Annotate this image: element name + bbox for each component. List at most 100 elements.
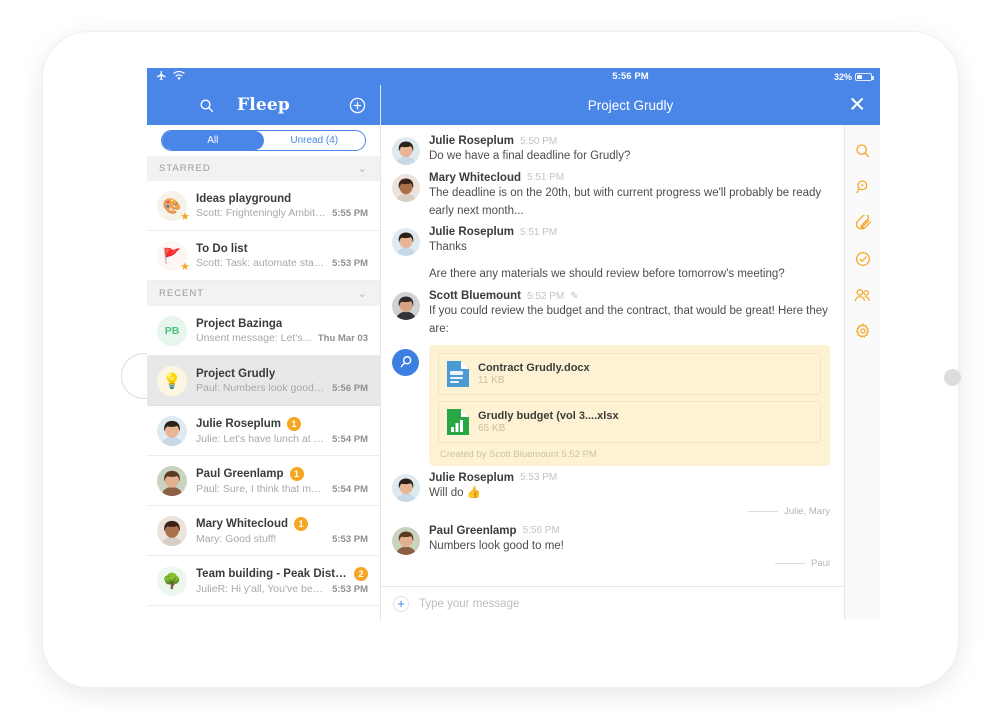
plus-circle-icon[interactable] [349, 97, 366, 114]
members-icon[interactable] [845, 277, 880, 313]
avatar [392, 292, 420, 321]
conversation-item-text: Team building - Peak District 2 JulieR: Hi… [196, 566, 368, 595]
conversation-item-snippet: Paul: Sure, I think that mak... [196, 482, 327, 495]
message-meta: Julie Roseplum 5:53 PM [429, 472, 830, 484]
read-receipt: Paul [381, 557, 844, 573]
conversation-list-scroll[interactable]: STARRED ⌄ 🎨 ★ Ideas playground Scott: Frighte… [147, 156, 380, 620]
tablet-screen: 5:56 PM 32% Fleep All Unread (4) STARRED… [147, 68, 880, 620]
conversation-list-item[interactable]: Julie Roseplum 1 Julie: Let's have lunch a… [147, 406, 380, 456]
filter-all-tab[interactable]: All [162, 131, 264, 150]
battery-percent-label: 32% [833, 71, 852, 82]
conversation-list-item[interactable]: 🌳 Team building - Peak District 2 JulieR: H… [147, 556, 380, 606]
message-pane: Julie Roseplum 5:50 PM Do we have a final … [381, 125, 845, 620]
message-text: If you could review the budget and the c… [429, 305, 828, 335]
filter-unread-tab[interactable]: Unread (4) [264, 131, 366, 150]
message-avatar-column [392, 226, 429, 284]
search-icon[interactable] [845, 133, 880, 169]
unread-badge: 1 [289, 466, 304, 481]
settings-icon[interactable] [845, 313, 880, 349]
message-text: Will do 👍 [429, 486, 482, 499]
conversation-item-text: Project Bazinga Unsent message: Let's... T… [196, 318, 368, 344]
conversation-list-item[interactable]: 🎨 ★ Ideas playground Scott: Frighteningly A… [147, 181, 380, 231]
message-text: The deadline is on the 20th, but with cu… [429, 186, 822, 217]
conversation-list-item[interactable]: PB Project Bazinga Unsent message: Let's..… [147, 306, 380, 356]
conversation-item-title: Mary Whitecloud [196, 517, 289, 530]
read-receipt-line [748, 510, 779, 512]
message-author: Scott Bluemount [429, 290, 521, 303]
conversation-item-title: To Do list [196, 242, 248, 255]
close-icon[interactable]: ✕ [848, 95, 866, 116]
edit-pencil-icon[interactable]: ✎ [570, 291, 578, 302]
avatar [392, 137, 420, 165]
word-document-icon [447, 360, 469, 387]
section-header-starred[interactable]: STARRED ⌄ [147, 156, 380, 181]
attachment-icon[interactable] [845, 205, 880, 241]
file-attachment-row[interactable]: Grudly budget (vol 3....xlsx 65 KB [438, 400, 821, 443]
conversation-item-snippet: Unsent message: Let's... [196, 331, 312, 344]
conversation-list-item[interactable]: Mary Whitecloud 1 Mary: Good stuff! 5:53 PM [147, 506, 380, 556]
message-text: Thanks [429, 241, 467, 254]
message-meta: Julie Roseplum 5:50 PM [429, 135, 830, 147]
conversation-item-snippet: Julie: Let's have lunch at th... [196, 432, 327, 445]
chevron-down-icon[interactable]: ⌄ [358, 162, 368, 175]
conversation-item-snippet: Mary: Good stuff! [196, 532, 277, 545]
conversation-item-text: Project Grudly Paul: Numbers look good t.… [196, 368, 368, 394]
filter-pill-group: All Unread (4) [161, 130, 366, 151]
avatar: 💡 [157, 365, 187, 396]
avatar [157, 515, 187, 546]
conversation-list-item[interactable]: 💡 Project Grudly Paul: Numbers look good t… [147, 356, 380, 406]
conversation-item-snippet: Scott: Frighteningly Ambiti... [196, 206, 327, 219]
search-icon[interactable] [199, 98, 214, 113]
message-body: Paul Greenlamp 5:56 PM Numbers look good t… [429, 525, 830, 556]
message-meta: Mary Whitecloud 5:51 PM [429, 172, 830, 184]
pinboard-icon[interactable] [845, 169, 880, 205]
message-time: 5:51 PM [520, 226, 558, 238]
conversation-item-title: Paul Greenlamp [196, 467, 284, 480]
message-author: Mary Whitecloud [429, 171, 522, 184]
conversation-item-time: Thu Mar 03 [317, 332, 368, 344]
conversation-item-text: Mary Whitecloud 1 Mary: Good stuff! 5:53 PM [196, 516, 368, 545]
avatar [392, 173, 420, 202]
message-body: Scott Bluemount 5:52 PM ✎ If you could revi… [429, 290, 830, 339]
hamburger-icon[interactable] [161, 101, 179, 109]
avatar [392, 473, 420, 502]
camera-dot [944, 369, 961, 386]
avatar [157, 415, 187, 446]
section-header-recent[interactable]: RECENT ⌄ [147, 281, 380, 306]
avatar: PB [157, 315, 187, 346]
message-avatar-column [392, 172, 429, 221]
conversation-list-item[interactable]: 🚩 ★ To Do list Scott: Task: automate stats.… [147, 231, 380, 281]
pinned-file-card: Contract Grudly.docx 11 KB Grudly budget (… [429, 344, 830, 466]
message-time: 5:52 PM [527, 290, 565, 302]
conversation-item-time: 5:53 PM [332, 533, 368, 545]
conversation-panel: Project Grudly ✕ Julie Roseplum 5:50 PM Do… [381, 85, 880, 620]
message-time: 5:50 PM [520, 135, 558, 147]
message-body: Mary Whitecloud 5:51 PM The deadline is on… [429, 172, 830, 221]
message-author: Julie Roseplum [429, 471, 514, 484]
file-attachment-row[interactable]: Contract Grudly.docx 11 KB [438, 352, 821, 395]
tasks-icon[interactable] [845, 241, 880, 277]
pinned-card-created-by: Created by Scott Bluemount 5:52 PM [440, 448, 597, 460]
conversation-item-title: Project Bazinga [196, 317, 283, 330]
message-body: Julie Roseplum 5:51 PM Thanks Are there any… [429, 226, 830, 284]
conversation-list-item[interactable]: Paul Greenlamp 1 Paul: Sure, I think that … [147, 456, 380, 506]
plus-icon[interactable]: + [393, 595, 409, 612]
section-title: STARRED [159, 163, 211, 174]
chevron-down-icon[interactable]: ⌄ [358, 287, 368, 300]
message-time: 5:53 PM [520, 472, 558, 484]
conversation-tools-rail [845, 125, 880, 620]
unread-badge: 1 [287, 416, 301, 431]
message-list[interactable]: Julie Roseplum 5:50 PM Do we have a final … [381, 125, 844, 586]
message-input[interactable] [419, 597, 832, 610]
read-receipt-names: Julie, Mary [784, 505, 830, 517]
pinned-file-block: Contract Grudly.docx 11 KB Grudly budget (… [381, 341, 844, 468]
conversation-item-text: Ideas playground Scott: Frighteningly Amb… [196, 193, 368, 219]
chat-message: Julie Roseplum 5:51 PM Thanks Are there any… [381, 222, 844, 286]
message-text: Are there any materials we should review… [429, 268, 785, 281]
conversation-item-time: 5:54 PM [332, 483, 368, 495]
pin-icon[interactable] [392, 348, 419, 376]
file-name: Contract Grudly.docx [478, 361, 590, 374]
file-name: Grudly budget (vol 3....xlsx [478, 409, 619, 422]
status-bar-left [147, 68, 381, 85]
conversation-item-time: 5:54 PM [332, 433, 368, 445]
